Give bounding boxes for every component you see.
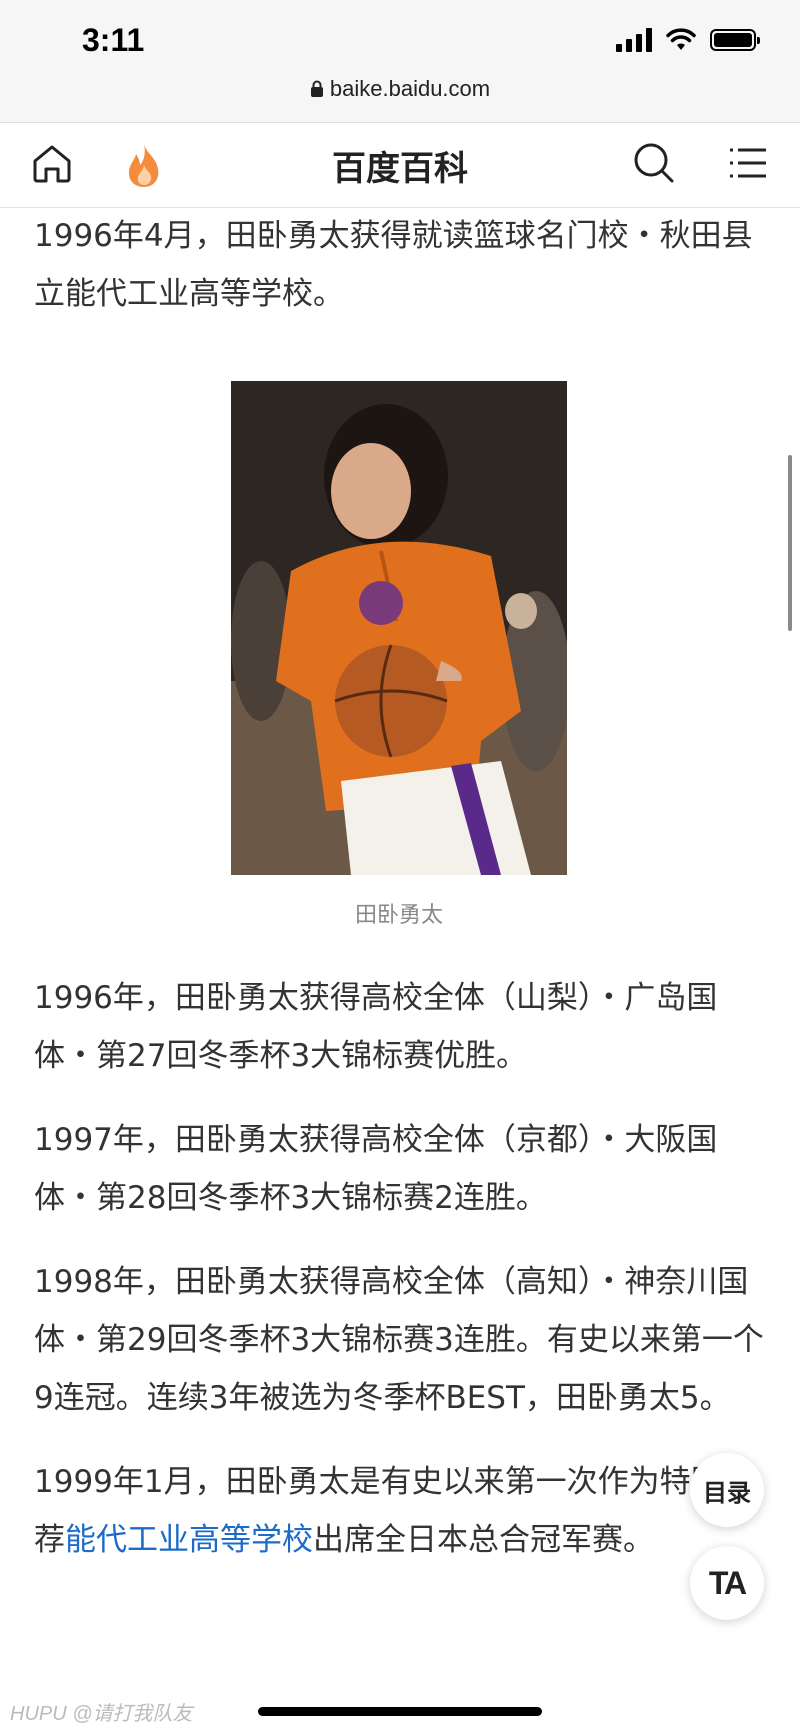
status-icons <box>616 28 760 52</box>
ta-button[interactable]: TA <box>690 1546 764 1620</box>
search-icon <box>634 143 674 183</box>
toc-button[interactable]: 目录 <box>690 1453 764 1527</box>
paragraph: 1996年，田卧勇太获得高校全体（山梨）・广岛国体・第27回冬季杯3大锦标赛优胜… <box>34 980 718 1074</box>
home-button[interactable] <box>30 141 78 189</box>
battery-icon <box>710 29 760 51</box>
page-title: 百度百科 <box>332 149 468 189</box>
player-photo[interactable] <box>231 381 567 875</box>
toc-label: 目录 <box>703 1478 751 1507</box>
home-indicator[interactable] <box>258 1707 542 1716</box>
figure-caption: 田卧勇太 <box>354 903 443 928</box>
paragraph: 1997年，田卧勇太获得高校全体（京都）・大阪国体・第28回冬季杯3大锦标赛2连… <box>34 1122 718 1216</box>
url-bar[interactable]: baike.baidu.com <box>0 76 800 102</box>
status-time: 3:11 <box>82 22 145 58</box>
nav-bar: 百度百科 <box>0 123 800 208</box>
url-text: baike.baidu.com <box>329 76 491 101</box>
wifi-icon <box>666 28 696 50</box>
scrollbar[interactable] <box>788 455 792 631</box>
menu-icon <box>730 148 766 178</box>
menu-button[interactable] <box>726 141 774 189</box>
paragraph: 1998年，田卧勇太获得高校全体（高知）・神奈川国体・第29回冬季杯3大锦标赛3… <box>34 1264 764 1416</box>
figure: 田卧勇太 <box>34 381 764 929</box>
article-content: 1996年4月，田卧勇太获得就读篮球名门校・秋田县立能代工业高等学校。 田卧勇太… <box>34 207 764 1569</box>
search-button[interactable] <box>632 141 680 189</box>
ta-label: TA <box>708 1564 747 1601</box>
home-icon <box>33 145 71 183</box>
paragraph-text: 出席全日本总合冠军赛。 <box>313 1522 654 1558</box>
flame-icon <box>128 144 159 187</box>
paragraph: 1999年1月，田卧勇太是有史以来第一次作为特别推荐能代工业高等学校出席全日本总… <box>34 1453 764 1569</box>
player-illustration <box>231 381 567 875</box>
lock-icon <box>310 80 323 97</box>
signal-icon <box>616 28 652 52</box>
school-link[interactable]: 能代工业高等学校 <box>65 1522 313 1558</box>
status-bar: 3:11 baike.baidu.com <box>0 0 800 123</box>
hot-button[interactable] <box>122 141 170 189</box>
watermark: HUPU @请打我队友 <box>10 1703 193 1725</box>
paragraph: 1996年4月，田卧勇太获得就读篮球名门校・秋田县立能代工业高等学校。 <box>34 218 753 312</box>
